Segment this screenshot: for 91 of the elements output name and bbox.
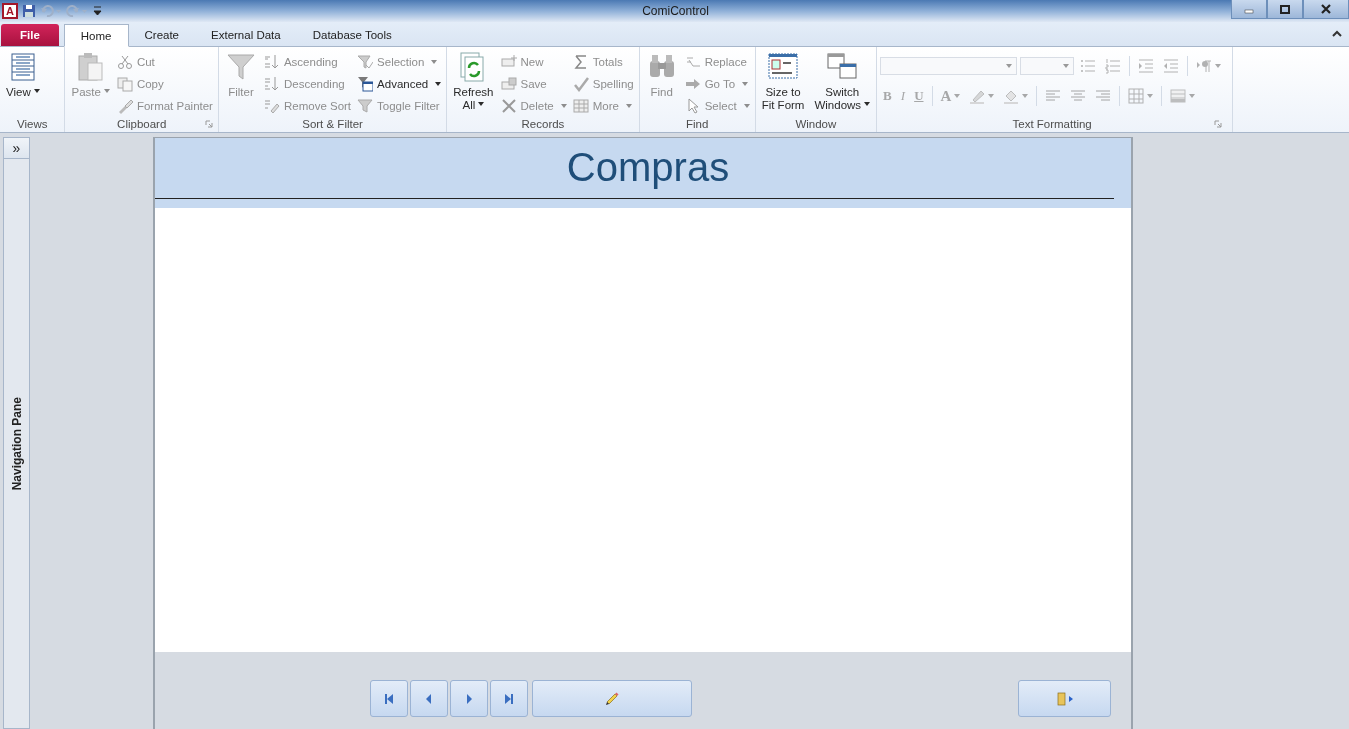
paragraph-direction-icon: [1196, 58, 1213, 74]
sort-ascending-icon: [263, 54, 280, 70]
numbered-list-icon: [1105, 58, 1122, 74]
restore-button[interactable]: [1267, 0, 1303, 19]
increase-indent-icon: [1138, 58, 1155, 74]
window-title: ComiControl: [641, 4, 710, 18]
dropdown-caret-icon: [431, 60, 438, 64]
paint-bucket-icon: [1003, 88, 1020, 104]
sort-descending-icon: [263, 76, 280, 92]
navigation-pane-label[interactable]: Navigation Pane: [9, 396, 24, 491]
dialog-launcher-icon: [204, 120, 213, 128]
last-record-icon: [504, 692, 514, 705]
door-exit-icon: [1055, 690, 1074, 707]
new-record-icon: [500, 54, 517, 70]
dropdown-caret-icon: [625, 104, 632, 108]
dropdown-caret-icon: [1063, 64, 1070, 68]
group-label: Find: [685, 118, 709, 130]
gridlines-icon: [1128, 88, 1145, 104]
dropdown-caret-icon: [1215, 64, 1222, 68]
sigma-icon: [572, 54, 589, 70]
save-icon: [22, 4, 36, 18]
next-record-icon: [464, 692, 474, 705]
first-record-icon: [384, 692, 394, 705]
group-label: Records: [521, 118, 565, 130]
ribbon-tab[interactable]: Database Tools: [296, 24, 408, 46]
last-record-button[interactable]: [490, 680, 528, 717]
close-button[interactable]: [1303, 0, 1349, 19]
file-tab[interactable]: File: [1, 24, 59, 46]
bulleted-list-icon: [1080, 58, 1097, 74]
filter-selection-icon: [357, 54, 374, 70]
funnel-icon: [357, 98, 374, 114]
app-logo[interactable]: A: [2, 3, 18, 19]
dropdown-caret-icon: [988, 94, 995, 98]
dialog-launcher-icon: [1214, 120, 1223, 128]
group-label: Sort & Filter: [302, 118, 363, 130]
form-title: Compras: [565, 144, 730, 191]
next-record-button[interactable]: [450, 680, 488, 717]
dropdown-caret-icon: [1189, 94, 1196, 98]
close-icon: [1321, 4, 1331, 14]
dropdown-caret-icon: [103, 89, 110, 94]
ribbon-button[interactable]: Refresh All: [450, 51, 497, 116]
align-right-icon: [1095, 88, 1112, 104]
collapse-ribbon-icon: [1331, 28, 1343, 38]
dropdown-caret-icon: [1147, 94, 1154, 98]
ribbon-tab[interactable]: External Data: [195, 24, 297, 46]
dropdown-caret-icon: [1006, 64, 1013, 68]
group-label: Window: [795, 118, 837, 130]
restore-icon: [1280, 4, 1290, 14]
group-label: Text Formatting: [1012, 118, 1092, 130]
previous-record-icon: [424, 692, 434, 705]
exit-button[interactable]: [1018, 680, 1111, 717]
dropdown-caret-icon: [560, 104, 567, 108]
group-label: Clipboard: [117, 118, 167, 130]
scissors-icon: [116, 54, 133, 70]
alternate-row-color-icon: [1170, 88, 1187, 104]
table-grid-icon: [572, 98, 589, 114]
previous-record-button[interactable]: [410, 680, 448, 717]
dropdown-caret-icon: [1022, 94, 1029, 98]
dropdown-caret-icon: [954, 94, 961, 98]
dropdown-caret-icon: [743, 104, 750, 108]
group-label: Views: [17, 118, 48, 130]
advanced-filter-icon: [357, 76, 374, 92]
save-record-icon: [500, 76, 517, 92]
clear-sort-icon: [263, 98, 280, 114]
undo-icon: [40, 4, 62, 18]
dropdown-caret-icon: [864, 102, 871, 107]
ribbon-tab[interactable]: Create: [128, 24, 196, 46]
ribbon-button[interactable]: Size to Fit Form: [758, 51, 808, 116]
dropdown-caret-icon: [478, 102, 485, 107]
ribbon-button[interactable]: View: [3, 51, 43, 116]
first-record-button[interactable]: [370, 680, 408, 717]
spelling-check-icon: [572, 76, 589, 92]
dropdown-caret-icon: [435, 82, 442, 86]
ribbon-button[interactable]: Switch Windows: [811, 51, 874, 116]
pencil-icon: [604, 690, 620, 707]
dropdown-caret-icon: [742, 82, 749, 86]
delete-icon: [500, 98, 517, 114]
ribbon-tab[interactable]: Home: [63, 24, 129, 47]
redo-icon: [66, 4, 88, 18]
ribbon-button[interactable]: Advanced: [357, 74, 444, 94]
highlighter-icon: [969, 88, 986, 104]
dropdown-caret-icon: [33, 89, 40, 94]
arrow-right-icon: [684, 76, 701, 92]
align-left-icon: [1045, 88, 1062, 104]
edit-button[interactable]: [532, 680, 692, 717]
replace-text-icon: [684, 54, 701, 70]
decrease-indent-icon: [1163, 58, 1180, 74]
copy-icon: [116, 76, 133, 92]
customize-toolbar-icon: [92, 4, 102, 18]
expand-pane-button[interactable]: »: [4, 138, 29, 159]
align-center-icon: [1070, 88, 1087, 104]
